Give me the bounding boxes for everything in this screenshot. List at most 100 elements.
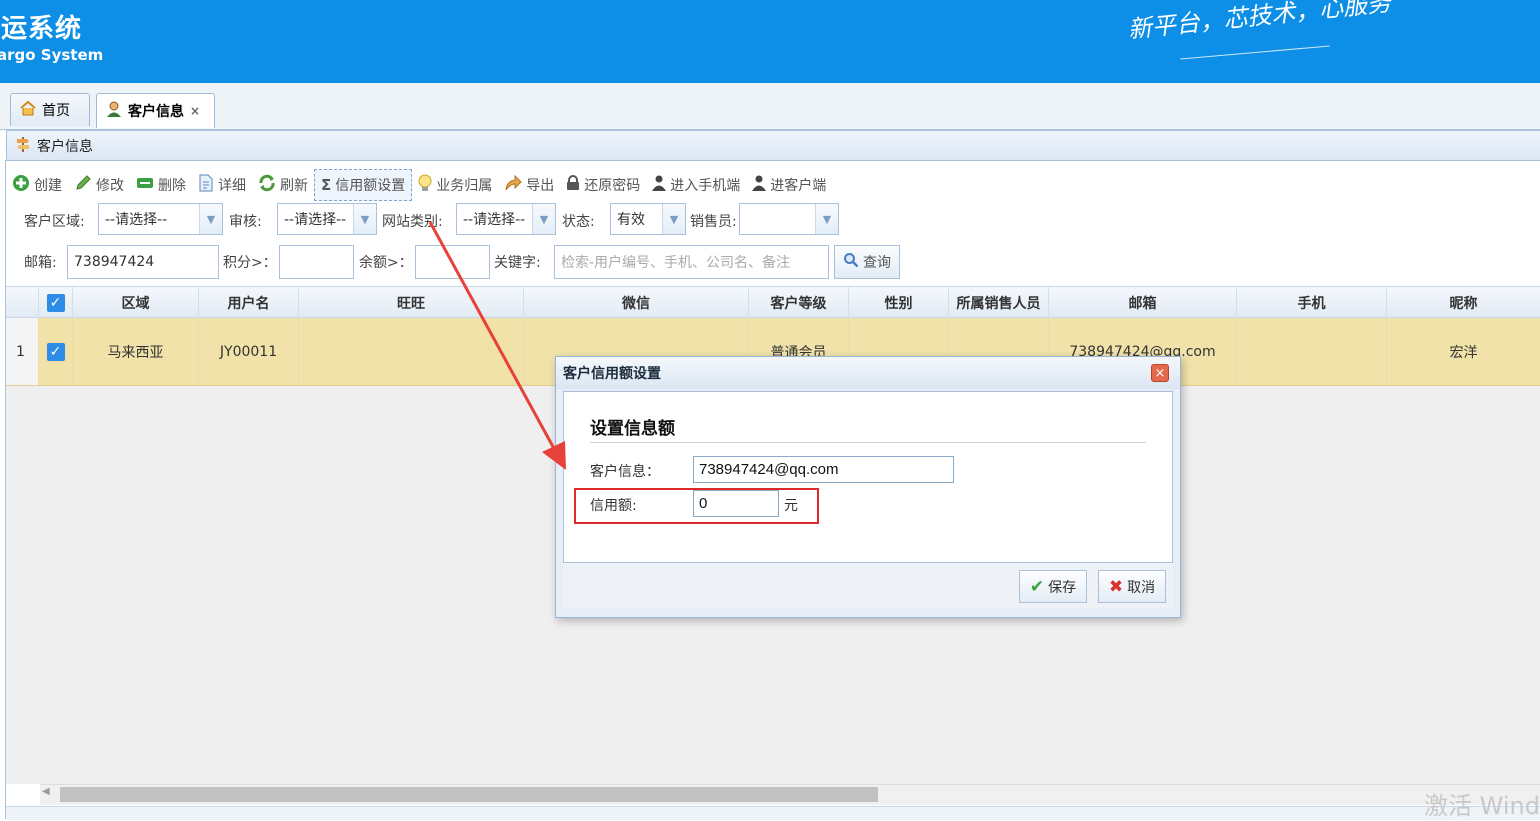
scrollbar-thumb[interactable] [60, 787, 878, 802]
annotation-highlight-box [574, 488, 819, 524]
windows-activation-watermark: 激活 Windows [1424, 792, 1540, 820]
lock-icon [566, 175, 580, 195]
check-icon: ✓ [46, 293, 65, 312]
header-wangwang[interactable]: 旺旺 [299, 287, 524, 318]
save-button[interactable]: ✔ 保存 [1019, 570, 1087, 603]
header-gender[interactable]: 性别 [849, 287, 949, 318]
region-label: 客户区域: [24, 214, 85, 230]
export-label: 导出 [526, 178, 555, 194]
sales-select[interactable]: ▼ [739, 203, 839, 235]
close-icon[interactable]: × [190, 104, 200, 118]
detail-button[interactable]: 详细 [192, 169, 252, 201]
close-icon[interactable]: × [1151, 364, 1169, 382]
minus-icon [136, 176, 154, 194]
header-username[interactable]: 用户名 [199, 287, 299, 318]
enter-mobile-button[interactable]: 进入手机端 [646, 169, 746, 201]
detail-label: 详细 [218, 178, 246, 194]
header-wechat[interactable]: 微信 [524, 287, 749, 318]
cell-region: 马来西亚 [73, 318, 199, 385]
audit-select[interactable]: --请选择-- ▼ [277, 203, 377, 235]
reset-password-button[interactable]: 还原密码 [560, 169, 646, 201]
row-checkbox[interactable]: ✓ [39, 318, 73, 385]
business-owner-label: 业务归属 [436, 178, 493, 194]
keyword-label: 关键字: [494, 255, 541, 271]
header-checkbox[interactable]: ✓ [39, 287, 73, 318]
credit-setting-label: 信用额设置 [335, 178, 406, 194]
cross-icon: ✖ [1108, 576, 1124, 597]
refresh-label: 刷新 [280, 178, 308, 194]
delete-button[interactable]: 删除 [130, 169, 192, 201]
region-select-value: --请选择-- [105, 212, 168, 228]
user-icon [105, 100, 123, 122]
query-button[interactable]: 查询 [834, 245, 900, 279]
enter-client-button[interactable]: 进客户端 [746, 169, 832, 201]
tab-home[interactable]: 首页 [10, 93, 90, 126]
export-icon [504, 174, 522, 195]
cell-wangwang [299, 318, 524, 385]
email-filter-value: 738947424 [74, 254, 155, 270]
tab-customer-info-label: 客户信息 [128, 104, 184, 120]
refresh-button[interactable]: 刷新 [252, 169, 314, 201]
delete-label: 删除 [158, 178, 186, 194]
header-level[interactable]: 客户等级 [749, 287, 849, 318]
slogan-underline [1180, 45, 1330, 60]
dialog-footer: ✔ 保存 ✖ 取消 [563, 563, 1173, 609]
query-label: 查询 [863, 255, 891, 271]
logo-title: 集运系统 [0, 14, 83, 44]
dialog-title-bar[interactable]: 客户信用额设置 [556, 357, 1180, 389]
header-nickname[interactable]: 昵称 [1387, 287, 1540, 318]
cancel-button[interactable]: ✖ 取消 [1098, 570, 1166, 603]
region-select[interactable]: --请选择-- ▼ [98, 203, 223, 235]
audit-select-value: --请选择-- [284, 212, 347, 228]
cell-phone [1237, 318, 1387, 385]
search-icon [843, 252, 859, 272]
balance-input[interactable] [415, 245, 490, 279]
email-label: 邮箱: [24, 255, 57, 271]
logo-subtitle: Cargo System [0, 46, 104, 64]
keyword-input[interactable]: 检索-用户编号、手机、公司名、备注 [554, 245, 829, 279]
cancel-label: 取消 [1127, 579, 1156, 596]
create-button[interactable]: 创建 [6, 169, 68, 201]
balance-label: 余额>： [359, 255, 413, 271]
customer-info-value: 738947424@qq.com [699, 461, 839, 478]
chevron-down-icon: ▼ [815, 204, 838, 234]
dialog-body: 设置信息额 客户信息： 738947424@qq.com 信用额: 0 元 [563, 391, 1173, 563]
status-select[interactable]: 有效 ▼ [610, 203, 686, 235]
cell-nickname: 宏洋 [1449, 344, 1478, 361]
pager-bar [6, 806, 1540, 820]
refresh-icon [258, 174, 276, 196]
credit-setting-button[interactable]: Σ 信用额设置 [314, 169, 413, 201]
dialog-heading: 设置信息额 [590, 419, 675, 439]
header-sales[interactable]: 所属销售人员 [949, 287, 1049, 318]
dialog-title: 客户信用额设置 [563, 366, 661, 382]
tab-home-label: 首页 [42, 103, 70, 119]
row-number: 1 [6, 318, 39, 385]
edit-button[interactable]: 修改 [68, 169, 130, 201]
tab-customer-info[interactable]: 客户信息 × [96, 93, 215, 128]
header-slogan: 新平台，芯技术，心服务 [1126, 0, 1393, 44]
chevron-down-icon: ▼ [532, 204, 555, 234]
scroll-left-icon[interactable]: ◀ [42, 786, 50, 797]
email-filter-input[interactable]: 738947424 [67, 245, 219, 279]
site-type-select[interactable]: --请选择-- ▼ [456, 203, 556, 235]
person-icon [752, 175, 767, 195]
export-button[interactable]: 导出 [498, 169, 560, 201]
customer-info-input[interactable]: 738947424@qq.com [693, 456, 954, 483]
chevron-down-icon: ▼ [662, 204, 685, 234]
customer-info-label: 客户信息： [590, 464, 660, 480]
header-email[interactable]: 邮箱 [1049, 287, 1237, 318]
audit-label: 审核: [229, 214, 262, 230]
sigma-icon: Σ [321, 176, 332, 194]
person-icon [652, 175, 667, 195]
grid-header: ✓ 区域 用户名 旺旺 微信 客户等级 性别 所属销售人员 邮箱 手机 昵称 [6, 286, 1540, 318]
header-region[interactable]: 区域 [73, 287, 199, 318]
panel-title-text: 客户信息 [37, 138, 93, 155]
checkmark-icon: ✔ [1029, 576, 1045, 597]
points-input[interactable] [279, 245, 354, 279]
header-phone[interactable]: 手机 [1237, 287, 1387, 318]
business-owner-button[interactable]: 业务归属 [412, 169, 498, 201]
keyword-placeholder: 检索-用户编号、手机、公司名、备注 [561, 255, 791, 271]
edit-label: 修改 [96, 178, 124, 194]
save-label: 保存 [1048, 579, 1077, 596]
status-select-value: 有效 [617, 212, 645, 228]
